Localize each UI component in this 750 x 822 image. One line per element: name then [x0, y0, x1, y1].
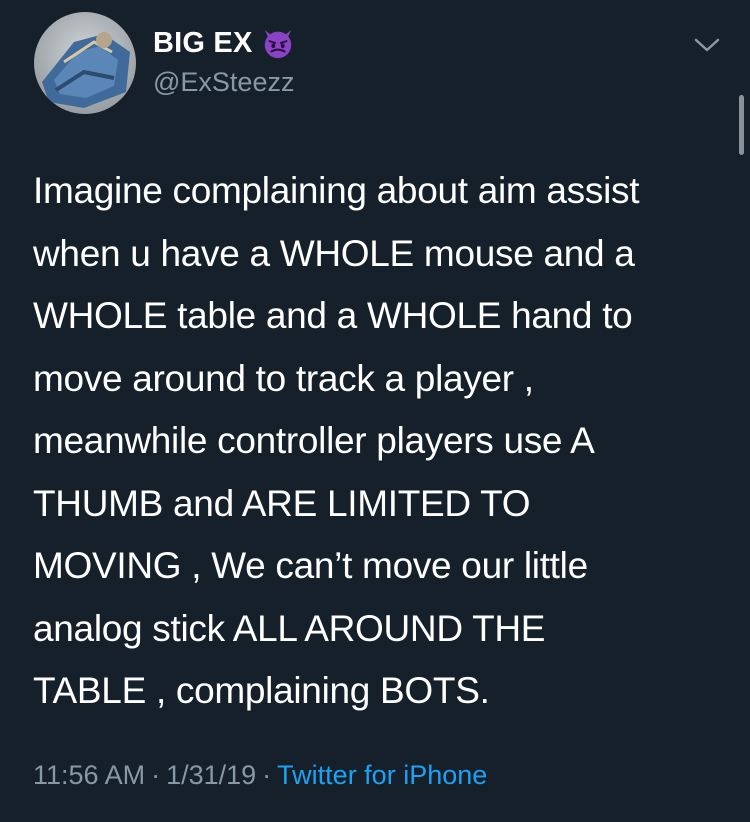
- author-name-row[interactable]: BIG EX: [153, 26, 295, 60]
- separator-dot: ·: [262, 760, 272, 790]
- tweet-card: BIG EX @ExSteezz Imagine complaining abo…: [0, 0, 750, 822]
- chevron-down-icon[interactable]: [692, 34, 722, 56]
- smiling-imp-emoji-icon: [264, 29, 291, 59]
- user-handle[interactable]: @ExSteezz: [153, 66, 294, 98]
- tweet-text: Imagine complaining about aim assist whe…: [33, 170, 640, 711]
- separator-dot: ·: [151, 760, 161, 790]
- display-name[interactable]: BIG EX: [153, 26, 253, 60]
- tweet-time: 11:56 AM: [33, 760, 146, 790]
- tweet-source-link[interactable]: Twitter for iPhone: [277, 760, 487, 790]
- tweet-metadata: 11:56 AM · 1/31/19 · Twitter for iPhone: [33, 758, 487, 792]
- avatar-icon: [34, 12, 136, 114]
- tweet-date: 1/31/19: [166, 760, 257, 790]
- avatar[interactable]: [34, 12, 136, 114]
- scrollbar[interactable]: [739, 95, 744, 155]
